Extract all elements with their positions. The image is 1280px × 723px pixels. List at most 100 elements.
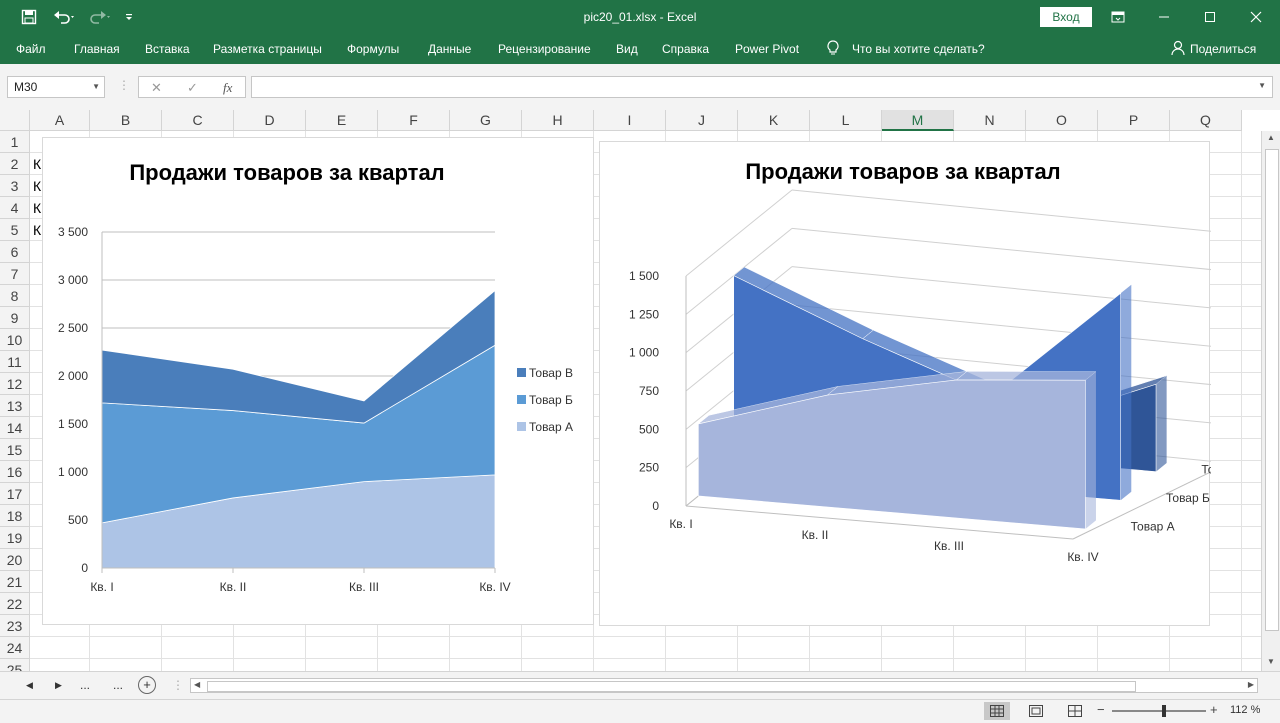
chart-stacked-area[interactable]: Продажи товаров за квартал 0 500 1 000 1 50… bbox=[42, 137, 594, 625]
sheet-overflow-left[interactable]: ... bbox=[80, 678, 90, 692]
zoom-level[interactable]: 112 % bbox=[1230, 704, 1260, 716]
zoom-slider-thumb[interactable] bbox=[1161, 705, 1166, 717]
add-sheet-button[interactable]: + bbox=[138, 676, 156, 694]
sheet-overflow-right[interactable]: ... bbox=[113, 678, 123, 692]
row-header-16[interactable]: 16 bbox=[0, 461, 30, 483]
page-break-view-icon[interactable] bbox=[1062, 702, 1088, 720]
row-header-11[interactable]: 11 bbox=[0, 351, 30, 373]
select-all-button[interactable] bbox=[0, 110, 30, 131]
lightbulb-icon[interactable] bbox=[826, 40, 840, 59]
row-header-7[interactable]: 7 bbox=[0, 263, 30, 285]
tab-review[interactable]: Рецензирование bbox=[498, 42, 591, 56]
minimize-icon[interactable] bbox=[1141, 7, 1187, 27]
maximize-icon[interactable] bbox=[1187, 7, 1233, 27]
tab-file[interactable]: Файл bbox=[16, 42, 46, 56]
tab-data[interactable]: Данные bbox=[428, 42, 471, 56]
user-icon[interactable] bbox=[1171, 40, 1185, 59]
column-header-m[interactable]: M bbox=[882, 110, 954, 131]
scroll-down-icon[interactable]: ▼ bbox=[1267, 657, 1275, 666]
tell-me-search[interactable]: Что вы хотите сделать? bbox=[852, 42, 985, 56]
scroll-left-icon[interactable]: ◀ bbox=[194, 680, 200, 689]
tab-formulas[interactable]: Формулы bbox=[347, 42, 399, 56]
column-header-e[interactable]: E bbox=[306, 110, 378, 131]
row-header-22[interactable]: 22 bbox=[0, 593, 30, 615]
column-header-q[interactable]: Q bbox=[1170, 110, 1242, 131]
row-header-2[interactable]: 2 bbox=[0, 153, 30, 175]
cancel-icon[interactable]: ✕ bbox=[151, 80, 162, 96]
page-layout-view-icon[interactable] bbox=[1023, 702, 1049, 720]
area3d-side-Товар-А bbox=[1085, 371, 1096, 529]
chevron-down-icon[interactable]: ▼ bbox=[92, 77, 100, 97]
column-header-n[interactable]: N bbox=[954, 110, 1026, 131]
tab-home[interactable]: Главная bbox=[74, 42, 120, 56]
normal-view-icon[interactable] bbox=[984, 702, 1010, 720]
tab-help[interactable]: Справка bbox=[662, 42, 709, 56]
chart-3d-area[interactable]: Продажи товаров за квартал 0 250 500 750 1 0… bbox=[599, 141, 1211, 626]
row-header-13[interactable]: 13 bbox=[0, 395, 30, 417]
enter-icon[interactable]: ✓ bbox=[187, 80, 198, 96]
column-header-l[interactable]: L bbox=[810, 110, 882, 131]
cell-a5[interactable]: К bbox=[33, 219, 41, 241]
y-tick-label: 500 bbox=[639, 422, 659, 436]
share-button[interactable]: Поделиться bbox=[1190, 42, 1256, 56]
row-header-19[interactable]: 19 bbox=[0, 527, 30, 549]
row-header-24[interactable]: 24 bbox=[0, 637, 30, 659]
column-header-j[interactable]: J bbox=[666, 110, 738, 131]
cell-a4[interactable]: К bbox=[33, 197, 41, 219]
area3d-side-Товар-В bbox=[1156, 375, 1167, 472]
ribbon-display-icon[interactable] bbox=[1095, 7, 1141, 27]
column-header-a[interactable]: A bbox=[30, 110, 90, 131]
zoom-in-button[interactable]: + bbox=[1210, 702, 1218, 717]
row-header-20[interactable]: 20 bbox=[0, 549, 30, 571]
column-header-p[interactable]: P bbox=[1098, 110, 1170, 131]
column-header-k[interactable]: K bbox=[738, 110, 810, 131]
name-box[interactable]: M30 ▼ bbox=[7, 76, 105, 98]
cell-a2[interactable]: К bbox=[33, 153, 41, 175]
column-header-g[interactable]: G bbox=[450, 110, 522, 131]
row-header-18[interactable]: 18 bbox=[0, 505, 30, 527]
row-header-3[interactable]: 3 bbox=[0, 175, 30, 197]
next-sheet-icon[interactable]: ▶ bbox=[55, 680, 62, 691]
column-header-h[interactable]: H bbox=[522, 110, 594, 131]
close-icon[interactable] bbox=[1233, 7, 1279, 27]
horizontal-scrollbar[interactable]: ◀ ▶ bbox=[190, 678, 1258, 693]
row-header-8[interactable]: 8 bbox=[0, 285, 30, 307]
row-header-17[interactable]: 17 bbox=[0, 483, 30, 505]
tab-page-layout[interactable]: Разметка страницы bbox=[213, 42, 322, 56]
row-header-23[interactable]: 23 bbox=[0, 615, 30, 637]
horizontal-scroll-thumb[interactable] bbox=[207, 681, 1136, 692]
tab-insert[interactable]: Вставка bbox=[145, 42, 190, 56]
expand-formula-icon[interactable]: ▼ bbox=[1258, 81, 1266, 90]
zoom-out-button[interactable]: − bbox=[1097, 702, 1105, 717]
prev-sheet-icon[interactable]: ◀ bbox=[26, 680, 33, 691]
row-header-1[interactable]: 1 bbox=[0, 131, 30, 153]
row-header-9[interactable]: 9 bbox=[0, 307, 30, 329]
row-header-25[interactable]: 25 bbox=[0, 659, 30, 671]
row-header-15[interactable]: 15 bbox=[0, 439, 30, 461]
row-header-10[interactable]: 10 bbox=[0, 329, 30, 351]
tab-power-pivot[interactable]: Power Pivot bbox=[735, 42, 799, 56]
login-button[interactable]: Вход bbox=[1040, 7, 1092, 27]
zoom-slider[interactable] bbox=[1112, 705, 1206, 717]
tab-view[interactable]: Вид bbox=[616, 42, 638, 56]
column-header-d[interactable]: D bbox=[234, 110, 306, 131]
row-header-5[interactable]: 5 bbox=[0, 219, 30, 241]
insert-function-icon[interactable]: fx bbox=[223, 80, 232, 96]
row-header-14[interactable]: 14 bbox=[0, 417, 30, 439]
scroll-right-icon[interactable]: ▶ bbox=[1248, 680, 1254, 689]
column-header-o[interactable]: O bbox=[1026, 110, 1098, 131]
row-header-21[interactable]: 21 bbox=[0, 571, 30, 593]
row-header-12[interactable]: 12 bbox=[0, 373, 30, 395]
scroll-up-icon[interactable]: ▲ bbox=[1267, 133, 1275, 142]
column-header-c[interactable]: C bbox=[162, 110, 234, 131]
formula-input[interactable]: ▼ bbox=[251, 76, 1273, 98]
row-header-4[interactable]: 4 bbox=[0, 197, 30, 219]
legend-item: Товар А bbox=[529, 420, 573, 434]
vertical-scrollbar[interactable]: ▲ ▼ bbox=[1261, 131, 1280, 671]
column-header-f[interactable]: F bbox=[378, 110, 450, 131]
vertical-scroll-thumb[interactable] bbox=[1265, 149, 1279, 631]
row-header-6[interactable]: 6 bbox=[0, 241, 30, 263]
cell-a3[interactable]: К bbox=[33, 175, 41, 197]
column-header-b[interactable]: B bbox=[90, 110, 162, 131]
column-header-i[interactable]: I bbox=[594, 110, 666, 131]
